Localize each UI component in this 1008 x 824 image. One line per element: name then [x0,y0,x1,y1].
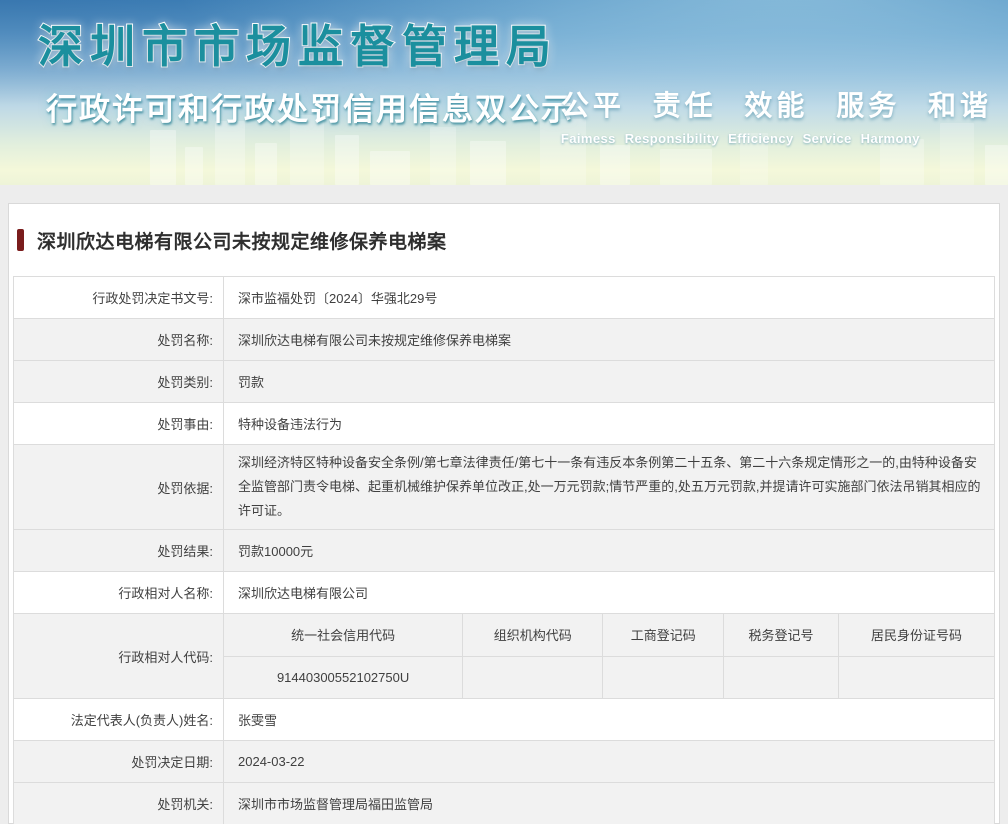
slogan-block: 公平 责任 效能 服务 和谐 Faimess Responsibility Ef… [561,84,992,146]
row-value: 2024-03-22 [223,740,995,783]
table-row: 行政相对人名称: 深圳欣达电梯有限公司 [13,571,995,614]
building-silhouette [255,143,277,185]
code-col-header: 税务登记号 [723,614,839,657]
row-value: 深圳经济特区特种设备安全条例/第七章法律责任/第七十一条有违反本条例第二十五条、… [223,444,995,530]
code-col-header: 组织机构代码 [462,614,603,657]
table-row: 法定代表人(负责人)姓名: 张雯雪 [13,698,995,741]
building-silhouette [600,145,630,185]
row-label: 处罚类别: [13,360,224,403]
row-value: 罚款 [223,360,995,403]
content-card: 深圳欣达电梯有限公司未按规定维修保养电梯案 行政处罚决定书文号: 深市监福处罚〔… [8,203,1000,824]
row-label: 处罚机关: [13,782,224,824]
row-label: 处罚依据: [13,444,224,530]
party-code-value-row: 91440300552102750U [224,656,994,698]
building-silhouette [985,145,1008,185]
code-col-header: 工商登记码 [602,614,724,657]
table-row: 处罚决定日期: 2024-03-22 [13,740,995,783]
row-value: 深圳欣达电梯有限公司 [223,571,995,614]
party-code-header-row: 统一社会信用代码 组织机构代码 工商登记码 税务登记号 居民身份证号码 [224,614,994,657]
row-label: 处罚名称: [13,318,224,361]
table-row: 行政处罚决定书文号: 深市监福处罚〔2024〕华强北29号 [13,276,995,319]
case-title-row: 深圳欣达电梯有限公司未按规定维修保养电梯案 [13,204,995,276]
code-col-value [723,656,839,698]
page-title: 深圳欣达电梯有限公司未按规定维修保养电梯案 [37,231,447,253]
row-label: 法定代表人(负责人)姓名: [13,698,224,741]
table-row: 处罚名称: 深圳欣达电梯有限公司未按规定维修保养电梯案 [13,318,995,361]
row-value: 深市监福处罚〔2024〕华强北29号 [223,276,995,319]
table-row: 处罚事由: 特种设备违法行为 [13,402,995,445]
table-row: 处罚依据: 深圳经济特区特种设备安全条例/第七章法律责任/第七十一条有违反本条例… [13,444,995,530]
row-label: 行政处罚决定书文号: [13,276,224,319]
building-silhouette [470,141,506,185]
penalty-info-table: 行政处罚决定书文号: 深市监福处罚〔2024〕华强北29号 处罚名称: 深圳欣达… [13,276,995,824]
row-value: 罚款10000元 [223,529,995,572]
building-silhouette [185,147,203,185]
row-label: 处罚决定日期: [13,740,224,783]
row-label: 处罚结果: [13,529,224,572]
code-col-value [462,656,603,698]
banner-subtitle: 行政许可和行政处罚信用信息双公示 [46,92,574,127]
title-accent-bar [17,229,24,251]
row-label: 行政相对人代码: [13,613,224,699]
building-silhouette [150,130,176,185]
building-silhouette [335,135,359,185]
page-body: 深圳欣达电梯有限公司未按规定维修保养电梯案 行政处罚决定书文号: 深市监福处罚〔… [0,185,1008,824]
building-silhouette [370,151,410,185]
row-label: 行政相对人名称: [13,571,224,614]
code-col-value: 91440300552102750U [276,669,410,685]
row-label: 处罚事由: [13,402,224,445]
code-col-value [602,656,724,698]
row-value: 深圳市市场监督管理局福田监管局 [223,782,995,824]
slogan-english: Faimess Responsibility Efficiency Servic… [560,131,920,146]
row-value: 特种设备违法行为 [223,402,995,445]
table-row-party-code: 行政相对人代码: 统一社会信用代码 组织机构代码 工商登记码 税务登记号 居民身… [13,613,995,699]
building-silhouette [430,127,456,185]
party-code-table: 统一社会信用代码 组织机构代码 工商登记码 税务登记号 居民身份证号码 9144… [224,614,994,698]
table-row: 处罚机关: 深圳市市场监督管理局福田监管局 [13,782,995,824]
slogan-chinese: 公平 责任 效能 服务 和谐 [560,90,992,121]
code-col-header: 统一社会信用代码 [224,614,463,657]
party-code-cell: 统一社会信用代码 组织机构代码 工商登记码 税务登记号 居民身份证号码 9144… [223,613,995,699]
table-row: 处罚结果: 罚款10000元 [13,529,995,572]
building-silhouette [215,121,245,185]
agency-title: 深圳市市场监督管理局 [37,20,559,73]
row-value: 深圳欣达电梯有限公司未按规定维修保养电梯案 [223,318,995,361]
building-silhouette [660,149,712,185]
table-row: 处罚类别: 罚款 [13,360,995,403]
code-col-value [837,656,994,698]
code-col-header: 居民身份证号码 [837,614,994,657]
row-value: 张雯雪 [223,698,995,741]
site-banner: 深圳市市场监督管理局 行政许可和行政处罚信用信息双公示 公平 责任 效能 服务 … [0,0,1008,185]
